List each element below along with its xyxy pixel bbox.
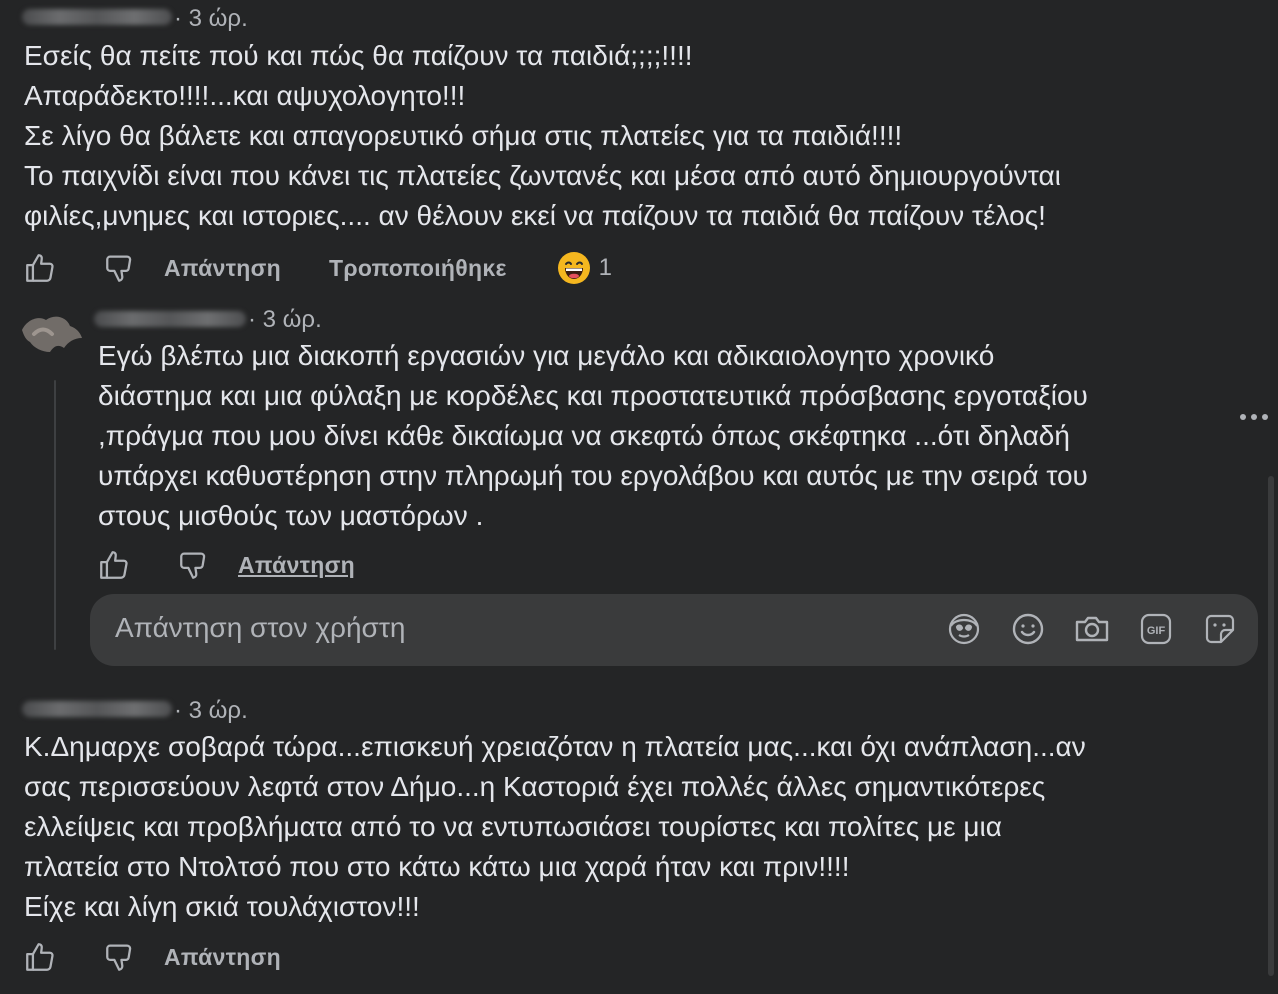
comment-time[interactable]: · 3 ώρ.	[248, 306, 322, 334]
gif-icon[interactable]: GIF	[1138, 611, 1174, 647]
svg-text:GIF: GIF	[1147, 625, 1166, 637]
reply-button[interactable]: Απάντηση	[238, 552, 355, 579]
more-options-icon[interactable]	[1236, 402, 1272, 432]
reaction-summary[interactable]: 1	[557, 251, 612, 285]
comment-text: Κ.Δημαρχε σοβαρά τώρα...επισκευή χρειαζό…	[24, 731, 1086, 922]
thread-line	[54, 380, 56, 650]
dislike-icon[interactable]	[100, 937, 140, 977]
emoji-icon[interactable]	[1010, 611, 1046, 647]
dislike-icon[interactable]	[174, 545, 214, 585]
reaction-count: 1	[598, 254, 613, 281]
like-icon[interactable]	[94, 545, 134, 585]
comment-text: Εσείς θα πείτε πού και πώς θα παίζουν τα…	[24, 40, 1061, 231]
comment-text: Εγώ βλέπω μια διακοπή εργασιών για μεγάλ…	[98, 340, 1088, 531]
sticker-icon[interactable]	[1202, 611, 1238, 647]
camera-icon[interactable]	[1074, 611, 1110, 647]
grinning-face-emoji-icon	[557, 252, 590, 284]
commenter-name-redacted[interactable]	[94, 311, 246, 327]
comment-time[interactable]: · 3 ώρ.	[174, 697, 248, 725]
avatar-sticker-icon[interactable]	[946, 611, 982, 647]
reply-placeholder: Απάντηση στον χρήστη	[115, 612, 406, 643]
dislike-icon[interactable]	[100, 248, 140, 288]
like-icon[interactable]	[20, 937, 60, 977]
like-icon[interactable]	[20, 248, 60, 288]
scrollbar[interactable]	[1268, 476, 1274, 976]
avatar[interactable]	[18, 300, 90, 372]
reply-button[interactable]: Απάντηση	[164, 255, 281, 282]
commenter-name-redacted[interactable]	[22, 701, 172, 717]
reply-input[interactable]: Απάντηση στον χρήστη GIF	[90, 594, 1258, 666]
edited-label[interactable]: Τροποποιήθηκε	[329, 255, 507, 282]
reply-button[interactable]: Απάντηση	[164, 944, 281, 971]
comment-time[interactable]: · 3 ώρ.	[174, 5, 248, 33]
commenter-name-redacted[interactable]	[22, 9, 172, 25]
